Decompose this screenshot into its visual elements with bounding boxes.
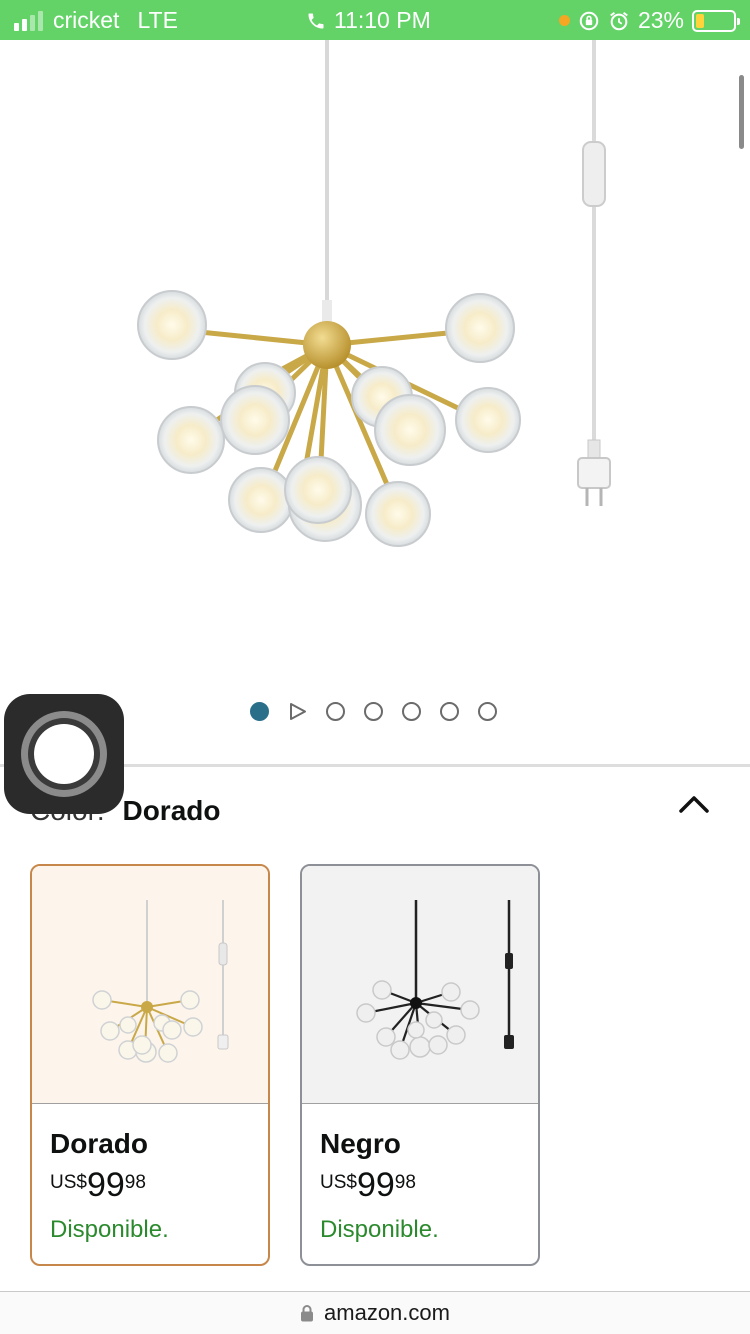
gold-chandelier-thumbnail <box>92 899 229 1063</box>
black-chandelier-thumbnail <box>356 899 514 1060</box>
carousel-dot-6[interactable] <box>440 702 459 721</box>
image-carousel-indicator <box>250 702 497 721</box>
variant-card-dorado[interactable]: Dorado US$ 99 98 Disponible. <box>30 864 270 1266</box>
variant-name: Dorado <box>50 1128 148 1159</box>
variant-price: US$ 99 98 <box>50 1166 146 1204</box>
availability-status: Disponible. <box>50 1216 169 1243</box>
carousel-dot-7[interactable] <box>478 702 497 721</box>
network-type: LTE <box>137 7 178 33</box>
chevron-up-icon[interactable] <box>678 793 710 815</box>
chandelier-illustration <box>137 40 611 547</box>
url-domain: amazon.com <box>324 1300 450 1325</box>
variant-card-negro[interactable]: Negro US$ 99 98 Disponible. <box>300 864 540 1266</box>
price-currency: US$ <box>320 1172 357 1193</box>
price-whole: 99 <box>86 1166 125 1204</box>
battery-fill <box>696 13 705 28</box>
variant-price: US$ 99 98 <box>320 1166 416 1204</box>
price-whole: 99 <box>356 1166 395 1204</box>
status-right: 23% <box>558 7 740 34</box>
lock-icon <box>301 1305 314 1322</box>
orientation-lock-icon <box>579 11 599 30</box>
assistive-touch-icon <box>21 711 107 797</box>
battery-icon <box>692 9 740 32</box>
page-scrollbar[interactable] <box>739 75 744 149</box>
color-selected-value: Dorado <box>122 795 221 826</box>
clock-time: 11:10 PM <box>334 7 431 33</box>
availability-status: Disponible. <box>320 1216 439 1243</box>
assistive-touch-button[interactable] <box>4 694 124 814</box>
recording-indicator-icon <box>558 15 570 26</box>
carousel-dot-1[interactable] <box>250 702 269 721</box>
carousel-dot-4[interactable] <box>364 702 383 721</box>
status-center: 11:10 PM <box>306 7 431 34</box>
signal-strength-icon <box>14 10 43 31</box>
price-currency: US$ <box>50 1172 87 1193</box>
status-left: cricket LTE <box>14 7 178 34</box>
variant-name: Negro <box>320 1128 401 1159</box>
product-image[interactable] <box>0 40 750 680</box>
price-fraction: 98 <box>394 1172 416 1193</box>
alarm-icon <box>610 11 628 30</box>
carousel-dot-5[interactable] <box>402 702 421 721</box>
carrier-name: cricket <box>53 7 120 33</box>
browser-address-bar[interactable]: amazon.com <box>0 1291 750 1334</box>
phone-call-icon <box>308 13 324 28</box>
carousel-video-play-icon[interactable] <box>288 702 307 721</box>
color-variation-header[interactable]: Color: Dorado <box>30 795 720 831</box>
variant-thumbnail <box>302 866 538 1104</box>
variant-thumbnail <box>32 866 268 1104</box>
battery-percent: 23% <box>637 7 684 33</box>
carousel-dot-3[interactable] <box>326 702 345 721</box>
status-bar: cricket LTE 11:10 PM 23% <box>0 0 750 40</box>
price-fraction: 98 <box>124 1172 146 1193</box>
